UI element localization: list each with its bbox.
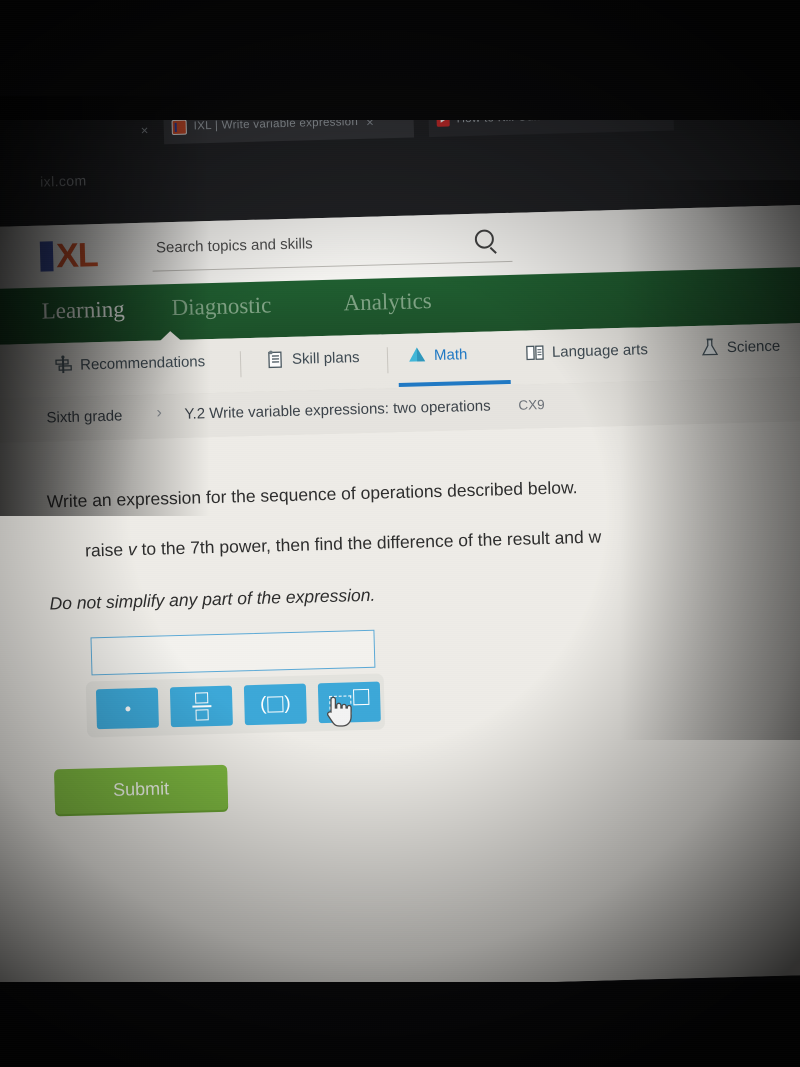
url-text: ixl.com [39,172,87,190]
sidebar-item-label: Skill plans [291,348,360,368]
tab-close-icon-1[interactable]: × [141,123,149,138]
nav-divider [239,351,242,378]
sidebar-item-science[interactable]: Science [700,336,781,358]
multiply-dot-icon [96,688,159,730]
question-line-1: Write an expression for the sequence of … [46,477,578,512]
nav-diagnostic[interactable]: Diagnostic [171,292,271,321]
search-placeholder: Search topics and skills [155,235,313,257]
parentheses-key[interactable]: () [243,683,307,726]
sidebar-item-label: Recommendations [79,352,206,374]
ixl-logo[interactable]: XL [39,236,137,276]
sidebar-item-label: Math [433,345,468,364]
photo-bottom-bezel [0,982,800,1067]
submit-button[interactable]: Submit [54,764,229,815]
breadcrumb-skill: Y.2 Write variable expressions: two oper… [184,397,491,423]
search-input[interactable]: Search topics and skills [151,226,513,272]
mouse-cursor-hand-icon [322,692,352,728]
sidebar-item-recommendations[interactable]: Recommendations [53,351,206,375]
book-icon [525,342,546,363]
ixl-favicon [171,119,187,135]
clipboard-icon [265,349,286,370]
question-line-3: Do not simplify any part of the expressi… [49,584,376,614]
pyramid-icon [407,345,428,366]
nav-analytics[interactable]: Analytics [343,288,432,316]
signpost-icon [53,355,74,376]
parentheses-icon: () [259,693,291,715]
sidebar-item-math[interactable]: Math [407,344,468,366]
nav-learning[interactable]: Learning [41,296,125,324]
question-line-2: raise v to the 7th power, then find the … [85,527,602,562]
flask-icon [700,337,721,358]
breadcrumb-grade[interactable]: Sixth grade [46,407,122,426]
sidebar-item-label: Language arts [551,340,649,361]
nav-divider [386,347,389,374]
fraction-key[interactable] [169,685,233,728]
photo-of-screen: × IXL | Write variable expression × How … [0,0,800,1067]
line2-prefix: raise [84,539,129,561]
fraction-icon [170,686,233,728]
line2-suffix: to the 7th power, then find the differen… [136,526,602,560]
ixl-page: XL Search topics and skills Learning Dia… [0,204,800,998]
answer-input[interactable] [90,629,376,676]
sidebar-item-language-arts[interactable]: Language arts [525,339,648,362]
logo-xl-text: XL [55,236,99,276]
search-icon[interactable] [474,229,495,249]
sidebar-item-label: Science [726,337,781,356]
logo-i-bar [39,241,54,272]
computer-screen: × IXL | Write variable expression × How … [0,84,800,998]
question-area: Write an expression for the sequence of … [0,420,800,998]
multiply-dot-key[interactable] [95,687,159,730]
breadcrumb-separator: › [156,404,163,422]
sidebar-item-skill-plans[interactable]: Skill plans [265,347,360,370]
nav-notch [159,330,182,342]
submit-label: Submit [112,778,170,800]
photo-top-bezel [0,0,800,120]
skill-code: CX9 [518,397,545,413]
